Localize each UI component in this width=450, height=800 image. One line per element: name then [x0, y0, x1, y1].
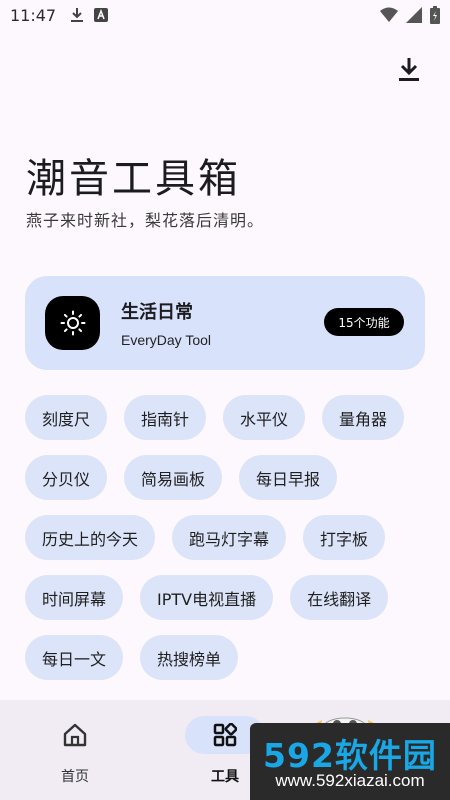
tool-chip-decibel-meter[interactable]: 分贝仪	[25, 455, 108, 500]
status-bar: 11:47	[0, 0, 450, 30]
grid-icon	[213, 723, 237, 747]
download-button[interactable]	[396, 56, 422, 84]
watermark-overlay: 592软件园 www.592xiazai.com	[250, 723, 450, 800]
tool-chip-sketchpad[interactable]: 简易画板	[124, 455, 223, 500]
watermark-url: www.592xiazai.com	[275, 771, 425, 790]
tool-chip-level[interactable]: 水平仪	[223, 395, 306, 440]
tool-chip-daily-article[interactable]: 每日一文	[25, 635, 124, 680]
category-subtitle: EveryDay Tool	[121, 332, 212, 348]
nav-pill	[35, 716, 115, 754]
category-card[interactable]: 生活日常 EveryDay Tool 15个功能	[25, 276, 425, 370]
tool-chip-today-in-history[interactable]: 历史上的今天	[25, 515, 156, 560]
tool-chip-translate[interactable]: 在线翻译	[290, 575, 389, 620]
page-subtitle: 燕子来时新社，梨花落后清明。	[26, 211, 265, 230]
download-icon	[399, 58, 419, 81]
tool-chip-daily-news[interactable]: 每日早报	[239, 455, 338, 500]
status-time: 11:47	[10, 5, 57, 25]
chip-row: 分贝仪 简易画板 每日早报	[25, 455, 425, 500]
page-title: 潮音工具箱	[26, 156, 241, 202]
tool-chip-protractor[interactable]: 量角器	[322, 395, 405, 440]
a-badge-icon	[94, 8, 109, 22]
nav-label-home: 首页	[61, 769, 89, 785]
chip-row: 历史上的今天 跑马灯字幕 打字板	[25, 515, 425, 560]
tool-chip-trending[interactable]: 热搜榜单	[140, 635, 239, 680]
tool-chip-time-screen[interactable]: 时间屏幕	[25, 575, 124, 620]
wifi-icon	[380, 7, 398, 27]
nav-item-home[interactable]: 首页	[25, 700, 125, 800]
feature-count-badge: 15个功能	[324, 308, 404, 336]
home-icon	[63, 723, 87, 747]
tool-chip-ruler[interactable]: 刻度尺	[25, 395, 108, 440]
watermark-logo: 592软件园	[263, 736, 437, 775]
category-title: 生活日常	[121, 302, 193, 323]
chip-row: 每日一文 热搜榜单	[25, 635, 425, 680]
battery-icon	[430, 6, 440, 28]
signal-icon	[406, 7, 422, 27]
tool-chip-compass[interactable]: 指南针	[124, 395, 207, 440]
sun-icon	[60, 310, 85, 336]
category-icon-tile	[45, 296, 100, 350]
tool-chip-typing-board[interactable]: 打字板	[303, 515, 386, 560]
tool-chip-iptv[interactable]: IPTV电视直播	[140, 575, 274, 620]
chip-row: 刻度尺 指南针 水平仪 量角器	[25, 395, 425, 440]
chip-row: 时间屏幕 IPTV电视直播 在线翻译	[25, 575, 425, 620]
tool-chip-list: 刻度尺 指南针 水平仪 量角器 分贝仪 简易画板 每日早报 历史上的今天 跑马灯…	[25, 395, 425, 695]
download-icon	[70, 7, 84, 23]
tool-chip-marquee[interactable]: 跑马灯字幕	[172, 515, 287, 560]
